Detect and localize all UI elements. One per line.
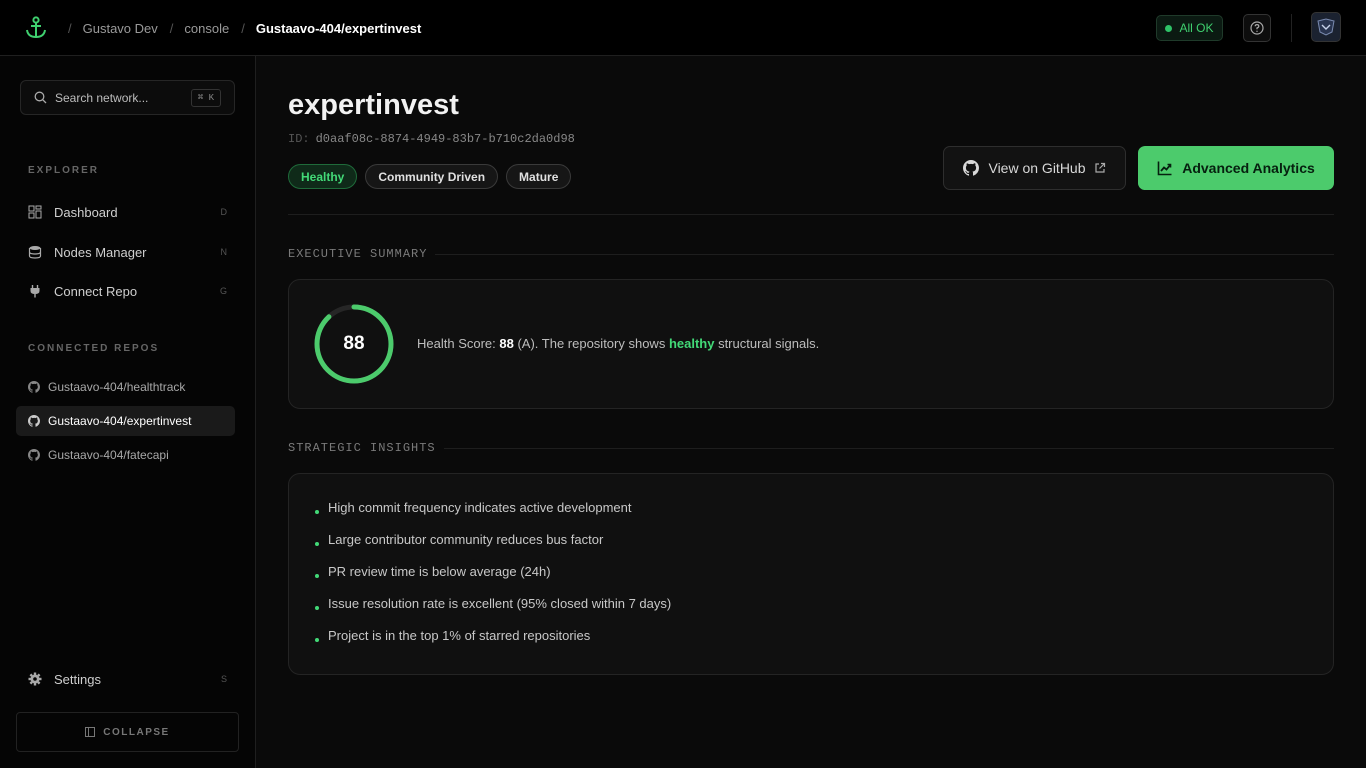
sidebar-item-dashboard[interactable]: Dashboard D	[16, 195, 235, 229]
health-score-value: 88	[343, 333, 365, 354]
github-icon	[28, 449, 40, 461]
tag-mature: Mature	[506, 164, 572, 189]
repo-id: ID: d0aaf08c-8874-4949-83b7-b710c2da0d98	[288, 132, 575, 146]
page-title: expertinvest	[288, 89, 459, 121]
avatar[interactable]	[1311, 12, 1341, 42]
repo-id-label: ID:	[288, 132, 310, 146]
github-icon	[28, 415, 40, 427]
collapse-sidebar-button[interactable]: COLLAPSE	[16, 712, 239, 752]
advanced-analytics-button[interactable]: Advanced Analytics	[1138, 146, 1334, 190]
repo-id-value: d0aaf08c-8874-4949-83b7-b710c2da0d98	[315, 132, 575, 146]
status-label: All OK	[1179, 21, 1214, 35]
list-item: Project is in the top 1% of starred repo…	[315, 628, 590, 643]
breadcrumb-current-repo: Gustaavo-404/expertinvest	[255, 20, 422, 36]
repo-item-label: Gustaavo-404/healthtrack	[48, 380, 186, 394]
list-item: Large contributor community reduces bus …	[315, 532, 603, 547]
github-button-label: View on GitHub	[988, 160, 1086, 176]
breadcrumb-console[interactable]: console	[184, 21, 229, 36]
executive-summary-card: 88 Health Score: 88 (A). The repository …	[288, 279, 1334, 409]
view-on-github-button[interactable]: View on GitHub	[943, 146, 1126, 190]
hotkey-hint: D	[220, 207, 228, 217]
bullet-icon	[315, 573, 319, 578]
hotkey-hint: N	[220, 247, 228, 257]
header-divider	[288, 214, 1334, 215]
repo-item-label: Gustaavo-404/fatecapi	[48, 448, 169, 462]
sidebar-item-label: Dashboard	[54, 204, 118, 220]
sidebar-item-connect-repo[interactable]: Connect Repo G	[16, 274, 235, 308]
hotkey-hint: S	[220, 674, 227, 684]
collapse-label: COLLAPSE	[103, 726, 170, 738]
sidebar-item-label: Settings	[54, 671, 101, 687]
dashboard-icon	[28, 205, 42, 219]
hotkey-hint: G	[219, 286, 227, 296]
bullet-icon	[315, 541, 319, 546]
gear-icon	[28, 672, 42, 686]
status-badge[interactable]: All OK	[1156, 15, 1223, 41]
github-icon	[28, 381, 40, 393]
breadcrumb-org[interactable]: Gustavo Dev	[83, 21, 158, 36]
strategic-insights-heading: STRATEGIC INSIGHTS	[288, 441, 1334, 455]
topbar-divider	[1291, 14, 1292, 42]
trend-chart-icon	[1157, 161, 1172, 176]
bullet-icon	[315, 509, 319, 514]
repo-item-fatecapi[interactable]: Gustaavo-404/fatecapi	[16, 440, 235, 470]
breadcrumb: / Gustavo Dev / console / Gustaavo-404/e…	[68, 20, 422, 36]
tag-community-driven: Community Driven	[365, 164, 499, 189]
sidebar: ⌘ K EXPLORER Dashboard D Nodes Manager N…	[0, 56, 256, 768]
database-icon	[28, 245, 42, 259]
search-shortcut-hint: ⌘ K	[190, 89, 221, 107]
top-bar: / Gustavo Dev / console / Gustaavo-404/e…	[0, 0, 1366, 56]
tag-list: Healthy Community Driven Mature	[288, 164, 579, 189]
github-icon	[963, 160, 980, 176]
help-icon	[1250, 21, 1264, 35]
search-box[interactable]: ⌘ K	[20, 80, 235, 115]
list-item: PR review time is below average (24h)	[315, 564, 551, 579]
connected-repos-section-label: CONNECTED REPOS	[28, 343, 160, 354]
summary-text: Health Score: 88 (A). The repository sho…	[417, 336, 820, 351]
search-icon	[34, 91, 47, 104]
list-item: High commit frequency indicates active d…	[315, 500, 631, 515]
plug-icon	[28, 284, 42, 298]
help-button[interactable]	[1243, 14, 1271, 42]
strategic-insights-card: High commit frequency indicates active d…	[288, 473, 1334, 675]
executive-summary-heading: EXECUTIVE SUMMARY	[288, 247, 1334, 261]
main-content: expertinvest ID: d0aaf08c-8874-4949-83b7-…	[256, 56, 1366, 768]
search-input[interactable]	[55, 90, 185, 105]
sidebar-item-label: Connect Repo	[54, 283, 138, 299]
analytics-button-label: Advanced Analytics	[1182, 160, 1315, 176]
sidebar-item-settings[interactable]: Settings S	[16, 662, 235, 696]
sidebar-panel-icon	[85, 727, 96, 737]
repo-item-expertinvest[interactable]: Gustaavo-404/expertinvest	[16, 406, 235, 436]
bullet-icon	[315, 637, 319, 642]
tag-healthy: Healthy	[288, 164, 358, 189]
sidebar-item-label: Nodes Manager	[54, 244, 147, 260]
bullet-icon	[315, 605, 319, 610]
status-dot-icon	[1165, 24, 1173, 32]
anchor-logo-icon[interactable]	[25, 16, 47, 40]
explorer-section-label: EXPLORER	[28, 165, 100, 176]
repo-item-healthtrack[interactable]: Gustaavo-404/healthtrack	[16, 372, 235, 402]
user-avatar-icon	[1317, 18, 1335, 36]
sidebar-item-nodes-manager[interactable]: Nodes Manager N	[16, 235, 235, 269]
repo-item-label: Gustaavo-404/expertinvest	[48, 414, 192, 428]
list-item: Issue resolution rate is excellent (95% …	[315, 596, 671, 611]
external-link-icon	[1094, 162, 1105, 173]
